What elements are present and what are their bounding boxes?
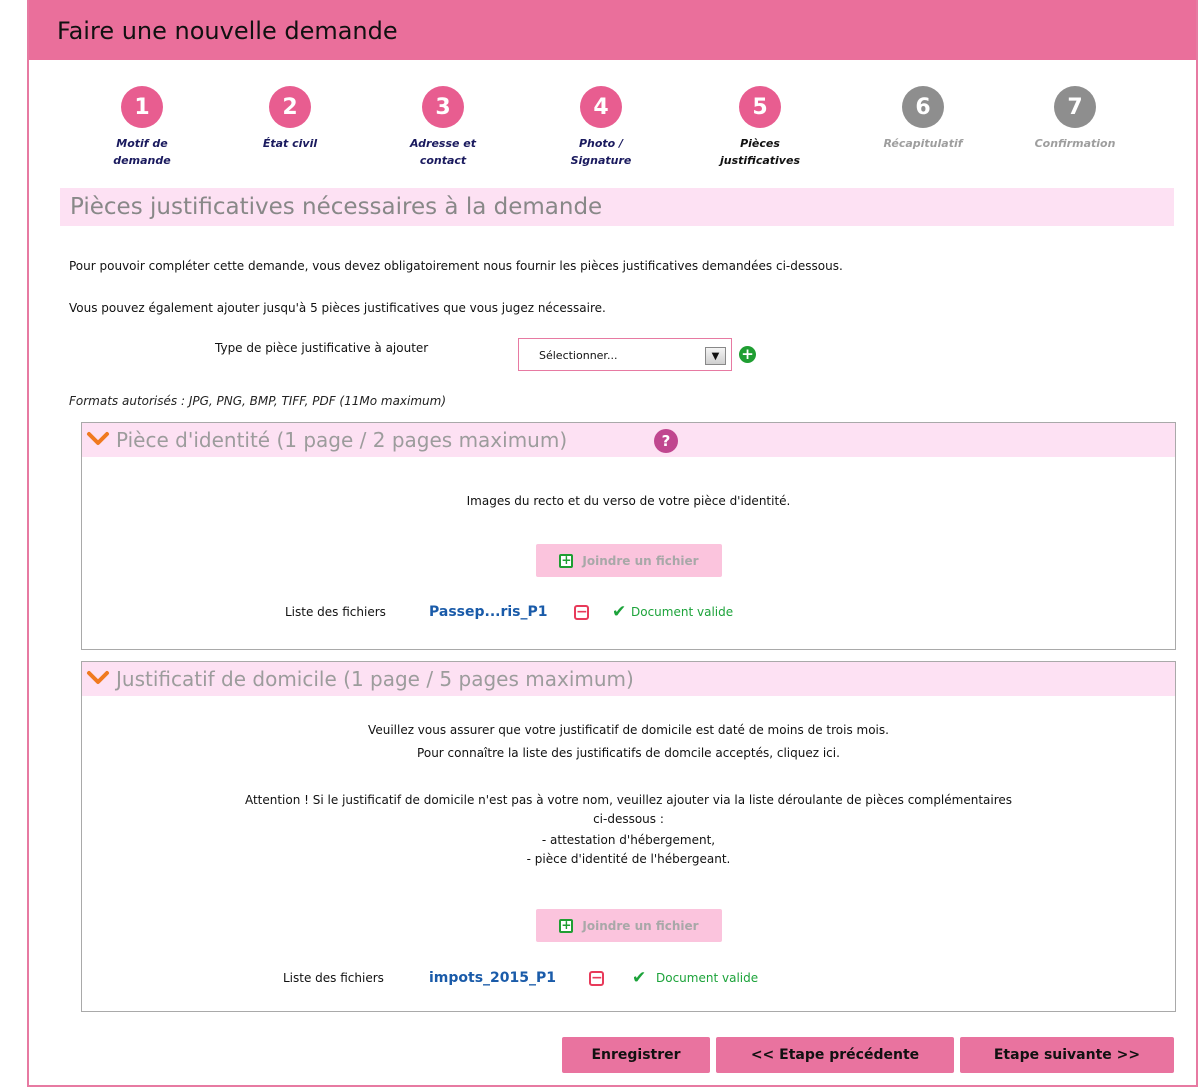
chevron-down-icon — [87, 671, 109, 684]
add-document-icon[interactable]: + — [739, 346, 756, 363]
check-icon: ✔ — [632, 968, 647, 988]
select-value: Sélectionner... — [539, 349, 618, 362]
panel-description: Images du recto et du verso de votre piè… — [466, 494, 791, 508]
panel-warning: Attention ! Si le justificatif de domici… — [244, 793, 1013, 807]
file-list-label: Liste des fichiers — [285, 605, 386, 619]
add-file-icon: + — [559, 917, 574, 933]
step-number: 1 — [121, 86, 163, 128]
step-label: Motif de demande — [113, 137, 171, 167]
panel-address-proof: Justificatif de domicile (1 page / 5 pag… — [81, 661, 1176, 1012]
attach-file-button[interactable]: + Joindre un fichier — [536, 544, 722, 577]
step-5[interactable]: 5 Pièces justificatives — [695, 86, 825, 169]
file-list-label: Liste des fichiers — [283, 971, 384, 985]
step-6: 6 Récapitulatif — [858, 86, 988, 152]
main-frame: Faire une nouvelle demande 1 Motif de de… — [27, 0, 1198, 1087]
file-link[interactable]: impots_2015_P1 — [429, 970, 556, 986]
step-3[interactable]: 3 Adresse et contact — [378, 86, 508, 169]
panel-line-1: Veuillez vous assurer que votre justific… — [368, 723, 889, 737]
save-button[interactable]: Enregistrer — [562, 1037, 710, 1073]
step-label: Récapitulatif — [883, 137, 963, 150]
chevron-down-icon[interactable]: ▼ — [705, 347, 726, 365]
intro-text-required: Pour pouvoir compléter cette demande, vo… — [69, 259, 843, 273]
step-4[interactable]: 4 Photo / Signature — [536, 86, 666, 169]
allowed-formats: Formats autorisés : JPG, PNG, BMP, TIFF,… — [69, 394, 447, 408]
panel-title: Justificatif de domicile (1 page / 5 pag… — [116, 667, 634, 691]
step-number: 4 — [580, 86, 622, 128]
step-number: 7 — [1054, 86, 1096, 128]
step-label: Photo / Signature — [570, 137, 632, 167]
panel-line-2[interactable]: Pour connaître la liste des justificatif… — [82, 744, 1175, 762]
help-icon[interactable]: ? — [654, 429, 678, 453]
title-bar: Faire une nouvelle demande — [29, 0, 1196, 60]
add-file-icon: + — [559, 552, 574, 568]
step-1[interactable]: 1 Motif de demande — [77, 86, 207, 169]
panel-identity-header[interactable]: Pièce d'identité (1 page / 2 pages maxim… — [82, 423, 1175, 457]
attach-file-button[interactable]: + Joindre un fichier — [536, 909, 722, 942]
file-link[interactable]: Passep...ris_P1 — [429, 604, 548, 620]
check-icon: ✔ — [612, 602, 627, 622]
step-label: Confirmation — [1034, 137, 1116, 150]
step-number: 2 — [269, 86, 311, 128]
file-list: Liste des fichiers Passep...ris_P1 − ✔ D… — [285, 602, 805, 623]
panel-warning-cont: ci-dessous : — [593, 812, 664, 826]
file-status: Document valide — [656, 971, 759, 985]
step-number: 3 — [422, 86, 464, 128]
document-type-select[interactable]: Sélectionner... ▼ — [518, 338, 732, 371]
step-label: État civil — [262, 137, 318, 150]
step-label: Pièces justificatives — [720, 137, 800, 167]
page-title: Faire une nouvelle demande — [57, 17, 398, 45]
delete-file-icon[interactable]: − — [574, 605, 589, 620]
step-7: 7 Confirmation — [1010, 86, 1140, 152]
delete-file-icon[interactable]: − — [589, 971, 604, 986]
panel-address-header[interactable]: Justificatif de domicile (1 page / 5 pag… — [82, 662, 1175, 696]
previous-step-button[interactable]: << Etape précédente — [716, 1037, 954, 1073]
attach-file-label: Joindre un fichier — [582, 553, 699, 568]
next-step-button[interactable]: Etape suivante >> — [960, 1037, 1174, 1073]
panel-identity: Pièce d'identité (1 page / 2 pages maxim… — [81, 422, 1176, 650]
file-status: Document valide — [631, 605, 734, 619]
step-label: Adresse et contact — [409, 137, 477, 167]
intro-text-optional: Vous pouvez également ajouter jusqu'à 5 … — [69, 301, 606, 315]
attach-file-label: Joindre un fichier — [582, 918, 699, 933]
panel-bullet-2: - pièce d'identité de l'hébergeant. — [526, 852, 731, 866]
step-number: 6 — [902, 86, 944, 128]
document-type-label: Type de pièce justificative à ajouter — [215, 341, 429, 355]
document-type-row: Type de pièce justificative à ajouter Sé… — [215, 338, 915, 372]
section-title: Pièces justificatives nécessaires à la d… — [70, 194, 603, 220]
step-number: 5 — [739, 86, 781, 128]
section-heading: Pièces justificatives nécessaires à la d… — [60, 188, 1174, 226]
progress-steps: 1 Motif de demande 2 État civil 3 Adress… — [29, 86, 1196, 176]
file-list: Liste des fichiers impots_2015_P1 − ✔ Do… — [283, 968, 823, 989]
panel-title: Pièce d'identité (1 page / 2 pages maxim… — [116, 428, 568, 452]
step-2[interactable]: 2 État civil — [225, 86, 355, 152]
panel-bullet-1: - attestation d'hébergement, — [541, 833, 716, 847]
chevron-down-icon — [87, 432, 109, 445]
